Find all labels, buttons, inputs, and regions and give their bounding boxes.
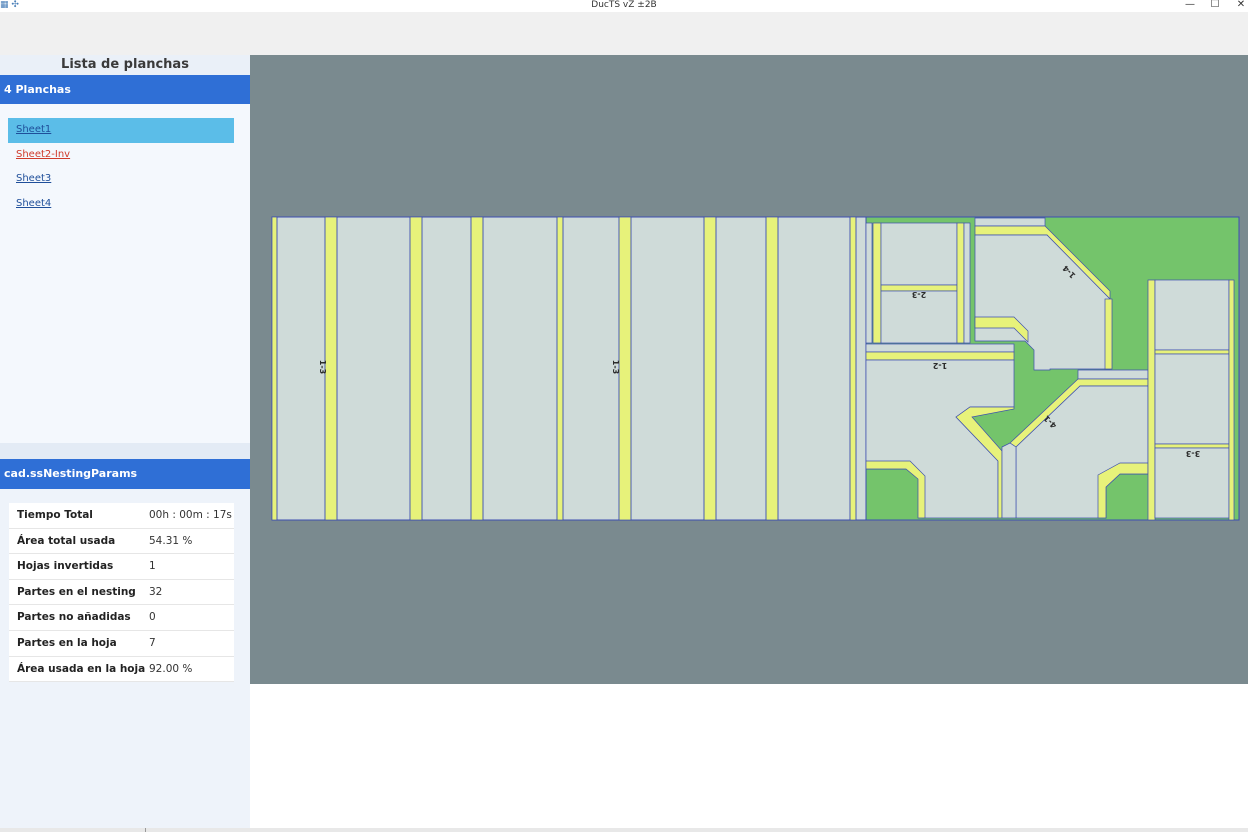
param-value: 32 [149,585,163,598]
toolbar [0,12,1248,55]
params-group-header[interactable]: cad.ssNestingParams [0,459,250,489]
left-panel: Lista de planchas 4 Planchas Sheet1 Shee… [0,55,250,832]
part-label: 2-3 [912,290,926,299]
table-row: Partes en el nesting 32 [9,580,234,606]
part-label: 1-2 [933,361,947,370]
sheets-panel-title: Lista de planchas [0,55,250,75]
table-row: Tiempo Total 00h : 00m : 17s [9,503,234,529]
param-value: 0 [149,611,156,624]
param-value: 00h : 00m : 17s [149,509,232,521]
param-label: Partes no añadidas [17,611,131,624]
sheet-item-sheet1[interactable]: Sheet1 [8,118,234,143]
nesting-drawing[interactable]: 1-3 1-3 2-3 1-4 1-2 4-1 3-3 [250,55,1248,684]
sheet-item-sheet4[interactable]: Sheet4 [8,192,234,217]
sheet-list: Sheet1 Sheet2-Inv Sheet3 Sheet4 [8,118,234,216]
param-value: 1 [149,560,156,573]
sheets-panel: Lista de planchas 4 Planchas Sheet1 Shee… [0,55,250,443]
minimize-icon[interactable]: — [1183,0,1197,11]
params-table: Tiempo Total 00h : 00m : 17s Área total … [9,503,234,683]
title-bar: ▦ ✣ DucTS vZ ±2B — ☐ ✕ [0,0,1248,12]
table-row: Área total usada 54.31 % [9,529,234,555]
window-title: DucTS vZ ±2B [591,0,657,10]
part-label: 1-3 [318,360,327,374]
table-row: Partes no añadidas 0 [9,605,234,631]
param-value: 54.31 % [149,534,193,547]
param-label: Área usada en la hoja [17,662,146,675]
maximize-icon[interactable]: ☐ [1208,0,1222,11]
sheet-item-sheet3[interactable]: Sheet3 [8,167,234,192]
status-bar [0,828,1248,832]
sheet-item-sheet2-inv[interactable]: Sheet2-Inv [8,143,234,168]
part-3-3 [1147,279,1235,521]
nesting-canvas[interactable]: 1-3 1-3 2-3 1-4 1-2 4-1 3-3 [250,55,1248,684]
table-row: Partes en la hoja 7 [9,631,234,657]
param-value: 92.00 % [149,662,193,675]
param-label: Hojas invertidas [17,560,114,573]
param-label: Partes en la hoja [17,636,117,649]
panel-splitter[interactable] [0,443,250,459]
param-label: Tiempo Total [17,509,93,521]
sheets-group-header[interactable]: 4 Planchas [0,75,250,104]
param-label: Partes en el nesting [17,585,136,598]
param-value: 7 [149,636,156,649]
table-row: Área usada en la hoja 92.00 % [9,657,234,683]
param-label: Área total usada [17,534,116,547]
bottom-area [250,684,1248,828]
part-label: 1-3 [611,360,620,374]
close-icon[interactable]: ✕ [1234,0,1248,11]
part-label: 3-3 [1186,449,1200,458]
table-row: Hojas invertidas 1 [9,554,234,580]
part-2-3 [865,222,971,344]
